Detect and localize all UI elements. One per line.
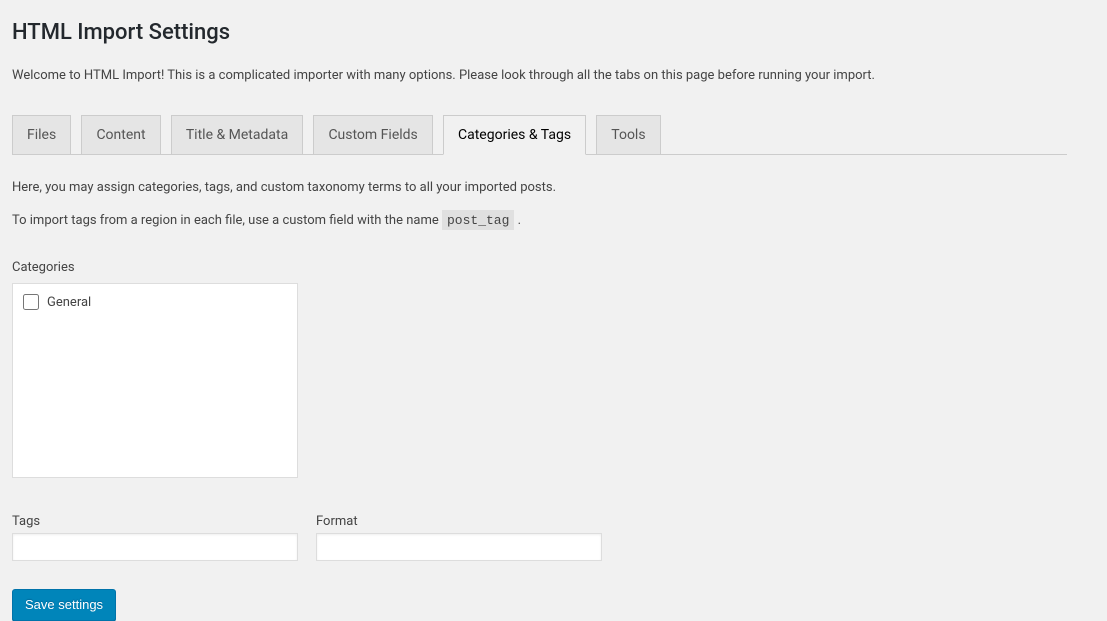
code-post-tag: post_tag	[442, 210, 514, 230]
tab-tools[interactable]: Tools	[596, 115, 660, 154]
category-checkbox-general[interactable]	[23, 294, 39, 310]
tab-files[interactable]: Files	[12, 115, 71, 154]
submit-row: Save settings	[12, 589, 1067, 621]
page-title: HTML Import Settings	[12, 10, 1067, 52]
tags-format-row: Tags Format	[12, 514, 1067, 561]
intro-text: Welcome to HTML Import! This is a compli…	[12, 66, 1067, 86]
tab-categories-tags[interactable]: Categories & Tags	[443, 115, 586, 155]
desc-line-1: Here, you may assign categories, tags, a…	[12, 178, 1067, 198]
format-input[interactable]	[316, 533, 602, 561]
desc-line-2: To import tags from a region in each fil…	[12, 211, 1067, 231]
category-item-label[interactable]: General	[47, 295, 91, 310]
tab-custom-fields[interactable]: Custom Fields	[313, 115, 432, 154]
format-label: Format	[316, 514, 602, 529]
list-item: General	[23, 292, 287, 312]
nav-tabs: Files Content Title & Metadata Custom Fi…	[12, 105, 1067, 155]
tab-content[interactable]: Content	[81, 115, 160, 154]
save-settings-button[interactable]: Save settings	[12, 589, 116, 621]
format-field-col: Format	[316, 514, 602, 561]
tags-input[interactable]	[12, 533, 298, 561]
tab-panel-categories-tags: Here, you may assign categories, tags, a…	[12, 155, 1067, 621]
desc-2-prefix: To import tags from a region in each fil…	[12, 213, 442, 228]
tags-field-col: Tags	[12, 514, 298, 561]
categories-label: Categories	[12, 260, 1067, 275]
tab-title-metadata[interactable]: Title & Metadata	[171, 115, 303, 154]
tags-label: Tags	[12, 514, 298, 529]
settings-wrap: HTML Import Settings Welcome to HTML Imp…	[10, 0, 1087, 621]
desc-2-suffix: .	[514, 213, 521, 228]
categories-listbox[interactable]: General	[12, 283, 298, 478]
